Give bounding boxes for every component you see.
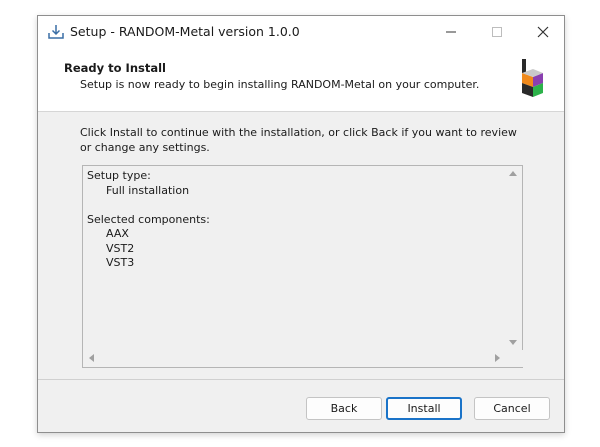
component-item: VST3 (106, 256, 135, 269)
scroll-down-icon[interactable] (509, 340, 517, 345)
close-button[interactable] (520, 16, 566, 48)
footer-divider (38, 379, 564, 380)
page-title: Ready to Install (64, 61, 167, 75)
install-button[interactable]: Install (386, 397, 462, 420)
minimize-button[interactable] (428, 16, 474, 48)
scroll-right-icon[interactable] (495, 354, 500, 362)
page-subtitle: Setup is now ready to begin installing R… (80, 78, 480, 91)
close-icon (537, 26, 549, 38)
maximize-button[interactable] (474, 16, 520, 48)
random-metal-logo (522, 59, 543, 97)
maximize-icon (492, 27, 502, 37)
memo-text: Setup type: Full installation Selected c… (87, 169, 210, 271)
back-button[interactable]: Back (306, 397, 382, 420)
vertical-scrollbar[interactable] (505, 166, 522, 352)
installer-download-icon (48, 25, 64, 39)
wizard-header: Ready to Install Setup is now ready to b… (38, 48, 564, 112)
instructions-text: Click Install to continue with the insta… (80, 126, 517, 154)
scroll-up-icon[interactable] (509, 171, 517, 176)
scroll-left-icon[interactable] (89, 354, 94, 362)
cancel-button[interactable]: Cancel (474, 397, 550, 420)
component-item: AAX (106, 227, 129, 240)
setup-window: Setup - RANDOM-Metal version 1.0.0 Ready… (37, 15, 565, 433)
setup-type-value: Full installation (106, 183, 190, 197)
components-label: Selected components: (87, 212, 210, 226)
component-item: VST2 (106, 241, 135, 255)
window-title: Setup - RANDOM-Metal version 1.0.0 (70, 24, 300, 39)
horizontal-scrollbar[interactable] (83, 350, 524, 367)
title-bar[interactable]: Setup - RANDOM-Metal version 1.0.0 (38, 16, 564, 48)
minimize-icon (446, 31, 456, 33)
ready-memo[interactable]: Setup type: Full installation Selected c… (82, 165, 524, 368)
setup-type-label: Setup type: (87, 169, 151, 182)
